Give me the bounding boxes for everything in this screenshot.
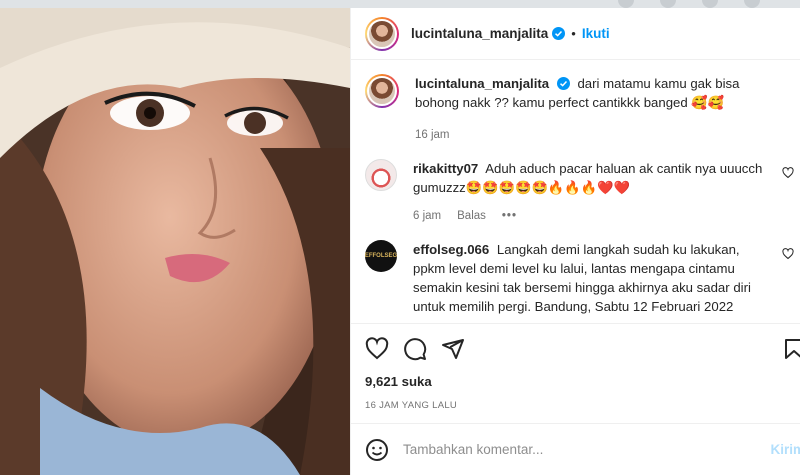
- caption-username[interactable]: lucintaluna_manjalita: [415, 76, 549, 91]
- verified-badge-icon: [552, 27, 566, 40]
- top-tab-shape: [744, 0, 760, 8]
- browser-top-strip: [0, 0, 800, 8]
- author-username[interactable]: lucintaluna_manjalita: [411, 26, 548, 41]
- more-options-icon[interactable]: •••: [502, 207, 517, 226]
- top-tab-shape: [660, 0, 676, 8]
- bookmark-icon[interactable]: [782, 337, 800, 361]
- top-tab-shape: [702, 0, 718, 8]
- commenter-username[interactable]: rikakitty07: [413, 161, 478, 176]
- caption: lucintaluna_manjalita dari matamu kamu g…: [365, 74, 786, 145]
- reply-button[interactable]: Balas: [457, 207, 486, 226]
- post-header: lucintaluna_manjalita • Ikuti: [351, 8, 800, 60]
- like-comment-heart-icon[interactable]: [782, 167, 794, 179]
- comment-composer: Kirim: [351, 423, 800, 475]
- caption-avatar[interactable]: [365, 74, 399, 108]
- selfie-image: [0, 8, 350, 475]
- comment-item: EFFOLSEG effolseg.066 Langkah demi langk…: [365, 240, 794, 316]
- emoji-icon[interactable]: [365, 438, 389, 462]
- commenter-avatar[interactable]: EFFOLSEG: [365, 240, 397, 272]
- comment-icon[interactable]: [403, 337, 427, 361]
- follow-button[interactable]: Ikuti: [582, 26, 610, 41]
- caption-time: 16 jam: [415, 129, 450, 141]
- post-detail-panel: lucintaluna_manjalita • Ikuti lucintalun…: [350, 8, 800, 475]
- like-comment-heart-icon[interactable]: [782, 248, 794, 260]
- commenter-avatar[interactable]: [365, 159, 397, 191]
- separator-dot: •: [571, 26, 576, 41]
- commenter-username[interactable]: effolseg.066: [413, 242, 489, 257]
- comment-time: 6 jam: [413, 210, 442, 222]
- comment-input[interactable]: [403, 442, 743, 457]
- author-avatar[interactable]: [365, 16, 399, 51]
- post-comment-button[interactable]: Kirim: [770, 442, 800, 457]
- heart-icon[interactable]: [365, 337, 389, 361]
- top-tab-shape: [618, 0, 634, 8]
- action-bar: [351, 324, 800, 374]
- likes-count[interactable]: 9,621 suka: [351, 374, 800, 389]
- post-photo[interactable]: [0, 8, 350, 475]
- posted-time: 16 JAM YANG LALU: [365, 400, 458, 411]
- share-icon[interactable]: [441, 337, 465, 361]
- comment-item: rikakitty07 Aduh aduch pacar haluan ak c…: [365, 159, 794, 226]
- verified-badge-icon: [556, 77, 570, 90]
- comments-list[interactable]: lucintaluna_manjalita dari matamu kamu g…: [351, 60, 800, 324]
